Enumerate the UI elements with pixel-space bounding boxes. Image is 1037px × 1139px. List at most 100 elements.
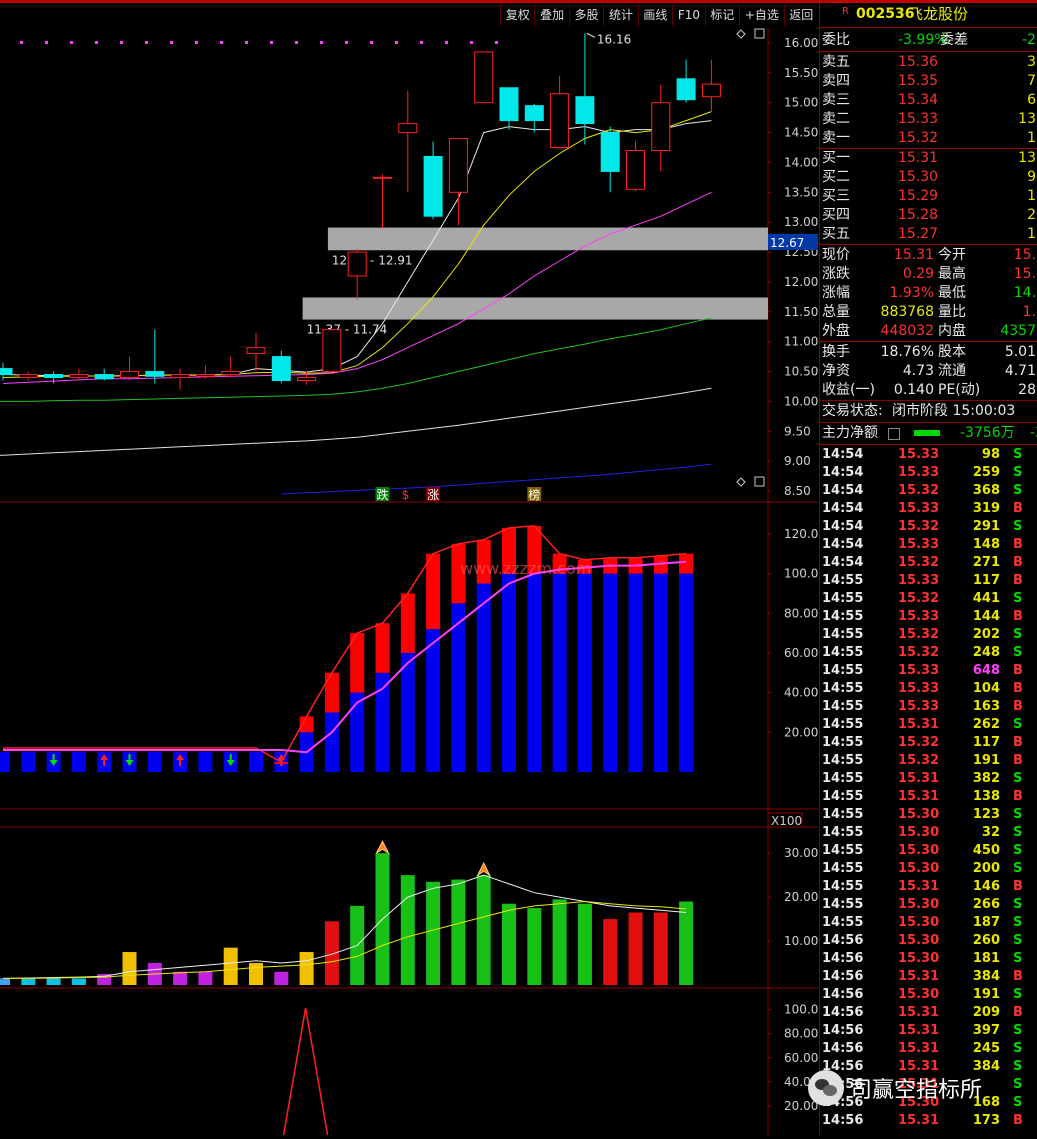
tick-time: 14:54 [822,555,864,570]
tick-time: 14:55 [822,573,864,588]
signal-dot [220,41,223,44]
blue-bar [400,652,415,772]
tick-side: S [1013,951,1023,966]
y-tick-label: 20.00 [784,890,818,904]
volume-bar [122,952,137,985]
candle [423,141,443,220]
tick-side: S [1013,483,1023,498]
tick-time: 14:54 [822,537,864,552]
tick-time: 14:55 [822,843,864,858]
buy-level-label: 买五 [822,226,850,242]
fin-value: 18.76% [880,344,934,360]
tick-time: 14:56 [822,969,864,984]
weibi-label: 委比 [822,32,850,48]
menu-icon[interactable] [888,428,900,440]
tick-row: 14:55 15.32 117 B [820,734,1037,752]
main-flow-label: 主力净额 [822,425,878,441]
buy-row: 买三 15.29 1 [820,187,1037,206]
buy-volume: 2 [1027,207,1036,223]
toolbar-button-6[interactable]: 标记 [704,4,739,26]
candle [550,75,570,148]
toolbar-button-4[interactable]: 画线 [637,4,672,26]
volume-bar [502,903,516,985]
tick-row: 14:54 15.32 368 S [820,482,1037,500]
y-tick-label: 16.00 [784,36,818,50]
tick-side: S [1013,645,1023,660]
wechat-icon [808,1070,844,1106]
tick-price: 15.33 [898,663,940,678]
chart-area[interactable]: 16.00 15.50 15.00 14.50 14.00 13.50 13.00 12.50… [0,0,826,1136]
blue-bar [603,573,618,772]
quote-row: 现价 15.31 今开 15. [820,246,1037,265]
tick-side: S [1013,1023,1023,1038]
tick-side: S [1013,465,1023,480]
tick-side: B [1013,573,1023,588]
y-tick-label: 10.00 [784,394,818,408]
tick-volume: 98 [981,447,1000,462]
tick-time: 14:56 [822,987,864,1002]
stock-name[interactable]: 飞龙股份 [908,5,968,24]
quote-label: 涨幅 [822,285,850,301]
tick-price: 15.33 [898,681,940,696]
tick-row: 14:54 15.33 148 B [820,536,1037,554]
tick-volume: 173 [972,1113,1000,1128]
toolbar-button-1[interactable]: 叠加 [534,4,568,26]
y-tick-label: 60.00 [784,1051,818,1065]
toolbar-button-0[interactable]: 复权 [500,4,534,26]
tick-volume: 117 [972,735,1000,750]
tick-side: S [1013,915,1023,930]
trade-status-value: 闭市阶段 15:00:03 [892,403,1016,419]
candle-body [170,374,190,379]
tick-time: 14:55 [822,915,864,930]
toolbar-button-3[interactable]: 统计 [603,4,637,26]
y-tick-label: 100.0 [784,1003,818,1017]
fin-label: 流通 [938,363,966,379]
sell-volume: 1 [1027,130,1036,146]
tick-row: 14:56 15.31 397 S [820,1022,1037,1040]
tick-volume: 144 [972,609,1000,624]
tick-time: 14:56 [822,1005,864,1020]
tick-price: 15.30 [898,933,940,948]
stock-code[interactable]: 002536 [856,5,914,24]
signal-dot [370,41,373,44]
tick-volume: 245 [972,1041,1000,1056]
quote-label: 今开 [938,247,966,263]
tick-row: 14:56 15.30 181 S [820,950,1037,968]
signal-dot [320,41,323,44]
toolbar-button-7[interactable]: +自选 [739,4,783,26]
blue-bar [147,752,162,772]
y-tick-label: 10.50 [784,365,818,379]
volume-bar [653,912,668,985]
toolbar-button-8[interactable]: 返回 [783,4,818,26]
candle [373,174,392,229]
candle-body [94,374,114,380]
tick-side: S [1013,717,1023,732]
candle [271,350,291,384]
tick-side: B [1013,879,1023,894]
tick-price: 15.31 [898,771,940,786]
volume-bar [628,912,643,985]
buy-price: 15.27 [898,226,939,242]
kline-chart-svg[interactable]: 16.0015.5015.0014.5014.0013.5013.0012.50… [0,0,826,1136]
candle [626,141,645,192]
tick-side: S [1013,627,1023,642]
volume-bar [400,875,415,985]
toolbar-button-5[interactable]: F10 [672,4,705,26]
sell-level-label: 卖一 [822,130,850,146]
tick-price: 15.31 [898,789,940,804]
quote-value: 15.31 [893,247,934,263]
quote-row: 涨幅 1.93% 最低 14. [820,284,1037,303]
tick-time: 14:55 [822,789,864,804]
tick-price: 15.33 [898,447,940,462]
candle-body [600,132,620,172]
candle-body [448,138,468,193]
tick-time: 14:54 [822,519,864,534]
volume-bar [249,963,263,985]
tick-volume: 450 [972,843,1000,858]
signal-dot [20,41,23,44]
tick-volume: 266 [972,897,1000,912]
sell-level-label: 卖三 [822,92,850,108]
toolbar-button-2[interactable]: 多股 [568,4,603,26]
tick-price: 15.33 [898,465,940,480]
tick-volume: 191 [972,753,1000,768]
